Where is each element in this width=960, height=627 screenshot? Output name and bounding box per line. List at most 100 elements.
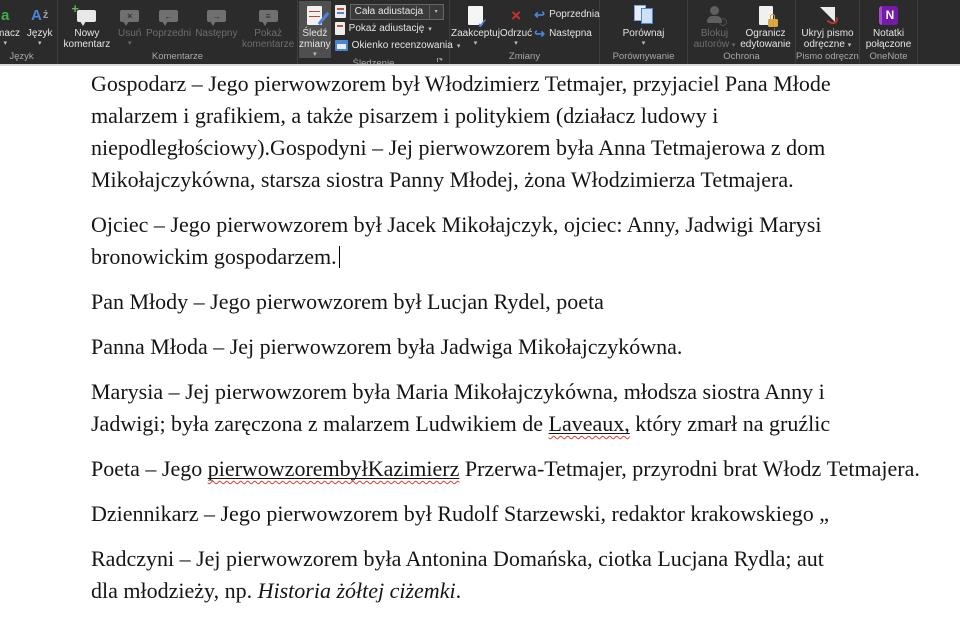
text-cursor — [339, 246, 341, 268]
restrict-editing-label: Ogranicz edytowanie — [739, 28, 793, 50]
paragraph[interactable]: Poeta – Jego pierwowzorembyłKazimierz Pr… — [91, 453, 960, 485]
doc-line[interactable]: Jadwigi; była zaręczona z malarzem Ludwi… — [91, 411, 830, 436]
linked-notes-button[interactable]: N Notatki połączone — [861, 1, 916, 51]
accept-button[interactable]: ✓ Zaakceptuj ▾ — [451, 1, 500, 51]
paragraph[interactable]: Panna Młoda – Jej pierwowzorem była Jadw… — [91, 331, 960, 363]
spellcheck-flagged-word[interactable]: pierwowzorembyłKazimierz — [208, 456, 460, 481]
show-markup-label: Pokaż adiustację — [349, 23, 425, 34]
reviewing-pane-icon — [335, 40, 348, 51]
paragraph[interactable]: Marysia – Jej pierwowzorem była Maria Mi… — [91, 376, 960, 440]
display-for-review-combobox[interactable]: Cała adiustacja ▾ — [350, 4, 444, 20]
language-label: Język — [27, 28, 53, 39]
doc-line[interactable]: Radczyni – Jej pierwowzorem była Antonin… — [91, 546, 824, 571]
display-for-review-row: Cała adiustacja ▾ — [335, 4, 461, 19]
translate-button[interactable]: a umacz ▾ — [0, 1, 23, 51]
delete-comment-button[interactable]: × Usuń ▾ — [115, 1, 145, 51]
chevron-down-icon: ▾ — [38, 40, 42, 47]
restrict-editing-button[interactable]: Ogranicz edytowanie — [739, 1, 793, 51]
restrict-editing-icon — [759, 6, 773, 25]
doc-line[interactable]: Poeta – Jego pierwowzorembyłKazimierz Pr… — [91, 456, 827, 481]
onenote-icon: N — [879, 6, 898, 25]
doc-line[interactable]: dla młodzieży, np. Historia żółtej ciżem… — [91, 578, 461, 603]
doc-line[interactable]: Panna Młoda – Jej pierwowzorem była Jadw… — [91, 334, 682, 359]
next-change-button[interactable]: ↪ Następna — [534, 26, 600, 41]
doc-line[interactable]: Mikołajczykówna, starsza siostra Panny M… — [91, 167, 794, 192]
ribbon-group-comments: + Nowy komentarz × Usuń ▾ ← Poprzedni → … — [58, 0, 298, 64]
reviewing-pane-label: Okienko recenzowania — [352, 40, 453, 51]
show-comments-icon: ≡ — [259, 10, 278, 22]
doc-line[interactable]: Ojciec – Jego pierwowzorem był Jacek Mik… — [91, 212, 821, 237]
new-comment-icon: + — [77, 10, 96, 22]
doc-line[interactable]: Marysia – Jej pierwowzorem była Maria Mi… — [91, 379, 825, 404]
doc-line[interactable]: malarzem i grafikiem, a także pisarzem i… — [91, 103, 718, 128]
doc-line[interactable]: Pan Młody – Jego pierwowzorem był Lucjan… — [91, 289, 604, 314]
reviewing-pane-button[interactable]: Okienko recenzowania ▾ — [335, 38, 461, 53]
track-changes-icon — [307, 6, 322, 25]
previous-change-label: Poprzednia — [549, 9, 600, 20]
block-authors-label: Blokuj autorów ▾ — [691, 28, 739, 51]
accept-label: Zaakceptuj — [451, 28, 500, 39]
ribbon-group-tracking: Śledź zmiany ▾ Cała adiustacja ▾ Pokaż a… — [298, 0, 450, 64]
ribbon-group-ink: Ukryj pismo odręczne ▾ Pismo odręczne — [796, 0, 860, 64]
document-editing-surface[interactable]: Gospodarz – Jego pierwowzorem był Włodzi… — [0, 66, 960, 627]
doc-line[interactable]: bronowickim gospodarzem. — [91, 244, 340, 269]
accept-icon: ✓ — [468, 6, 483, 25]
reject-button[interactable]: × Odrzuć ▾ — [500, 1, 532, 51]
next-change-label: Następna — [549, 28, 592, 39]
ribbon-group-compare: Porównaj ▾ Porównywanie — [600, 0, 688, 64]
show-markup-button[interactable]: Pokaż adiustację ▾ — [335, 21, 461, 36]
italic-book-title: Historia żółtej ciżemki — [258, 578, 456, 603]
ribbon-group-protect: Blokuj autorów ▾ Ogranicz edytowanie Och… — [688, 0, 796, 64]
group-label-language: Język — [0, 51, 57, 64]
reject-label: Odrzuć — [500, 28, 532, 39]
chevron-down-icon: ▾ — [313, 51, 317, 58]
linked-notes-label: Notatki połączone — [861, 28, 916, 50]
doc-line[interactable]: Gospodarz – Jego pierwowzorem był Włodzi… — [91, 71, 831, 96]
group-label-comments: Komentarze — [58, 51, 297, 64]
paragraph[interactable]: Dziennikarz – Jego pierwowzorem był Rudo… — [91, 498, 960, 530]
next-change-icon: ↪ — [534, 27, 545, 40]
paragraph[interactable]: Gospodarz – Jego pierwowzorem był Włodzi… — [91, 68, 960, 196]
group-label-tracking: Śledzenie — [298, 58, 449, 64]
new-comment-button[interactable]: + Nowy komentarz — [59, 1, 115, 51]
ribbon-group-onenote: N Notatki połączone OneNote — [860, 0, 918, 64]
next-comment-button[interactable]: → Następny — [192, 1, 240, 51]
next-comment-icon: → — [207, 10, 226, 22]
doc-line[interactable]: Tetmajera. — [827, 456, 920, 481]
previous-comment-label: Poprzedni — [146, 28, 191, 39]
compare-button[interactable]: Porównaj ▾ — [614, 1, 674, 51]
previous-change-icon: ↩ — [534, 8, 545, 21]
delete-comment-label: Usuń — [118, 28, 141, 39]
hide-ink-label: Ukryj pismo odręczne ▾ — [797, 28, 858, 51]
paragraph[interactable]: Ojciec – Jego pierwowzorem był Jacek Mik… — [91, 209, 960, 273]
hide-ink-button[interactable]: Ukryj pismo odręczne ▾ — [797, 1, 858, 51]
dialog-launcher-icon[interactable] — [437, 58, 446, 62]
group-label-changes: Zmiany — [450, 51, 599, 64]
block-authors-icon — [706, 6, 724, 25]
compare-icon — [633, 5, 655, 25]
show-markup-icon — [335, 22, 345, 35]
doc-line[interactable]: niepodległościowy).Gospodyni – Jej pierw… — [91, 135, 825, 160]
paragraph[interactable]: Pan Młody – Jego pierwowzorem był Lucjan… — [91, 286, 960, 318]
show-comments-button[interactable]: ≡ Pokaż komentarze — [240, 1, 296, 51]
group-label-compare: Porównywanie — [600, 51, 687, 64]
chevron-down-icon: ▾ — [642, 40, 646, 47]
previous-change-button[interactable]: ↩ Poprzednia — [534, 7, 600, 22]
paragraph[interactable]: Radczyni – Jej pierwowzorem była Antonin… — [91, 543, 960, 607]
new-comment-label: Nowy komentarz — [59, 28, 115, 50]
chevron-down-icon: ▾ — [514, 40, 518, 47]
delete-comment-icon: × — [120, 10, 139, 22]
ribbon-group-language: a umacz ▾ Aż Język ▾ Język — [0, 0, 58, 64]
track-changes-button[interactable]: Śledź zmiany ▾ — [299, 1, 331, 58]
translate-label: umacz — [0, 28, 20, 39]
doc-line[interactable]: Dziennikarz – Jego pierwowzorem był Rudo… — [91, 501, 829, 526]
language-button[interactable]: Aż Język ▾ — [23, 1, 56, 51]
combobox-arrow-icon[interactable]: ▾ — [429, 5, 443, 19]
spellcheck-flagged-word[interactable]: Laveaux, — [549, 411, 630, 436]
ribbon-group-changes: ✓ Zaakceptuj ▾ × Odrzuć ▾ ↩ Poprzednia ↪… — [450, 0, 600, 64]
previous-comment-button[interactable]: ← Poprzedni — [145, 1, 193, 51]
block-authors-button[interactable]: Blokuj autorów ▾ — [691, 1, 739, 51]
reject-icon: × — [511, 7, 521, 24]
group-label-ink: Pismo odręczne — [796, 51, 859, 64]
chevron-down-icon: ▾ — [128, 40, 132, 47]
